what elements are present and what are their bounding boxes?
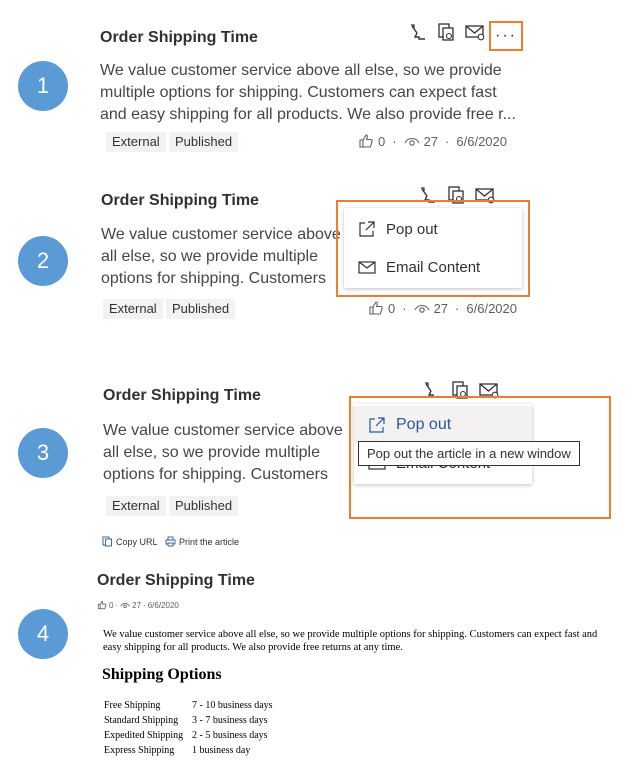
article-date: 6/6/2020 [147, 600, 179, 610]
article-meta: 0 · 27 · 6/6/2020 [358, 133, 507, 149]
view-count: 27 [433, 300, 449, 316]
shipping-method: Expedited Shipping [104, 730, 184, 741]
views-icon [120, 603, 130, 609]
print-label: Print the article [179, 536, 240, 547]
shipping-method: Free Shipping [104, 700, 161, 711]
article-title[interactable]: Order Shipping Time [100, 29, 258, 47]
like-count: 0 [378, 133, 386, 149]
copy-url-icon [102, 536, 112, 547]
shipping-method: Standard Shipping [104, 715, 179, 726]
tag-published: Published [166, 299, 236, 319]
popout-meta: 0 · 27 · 6/6/2020 [97, 600, 179, 610]
print-icon [165, 536, 176, 547]
like-count: 0 [388, 300, 396, 316]
more-options-highlight [489, 21, 523, 51]
like-count: 0 [109, 600, 114, 610]
separator: · [445, 133, 450, 149]
separator: · [392, 133, 397, 149]
article-snippet: We value customer service above all else… [101, 226, 341, 287]
table-row: Standard Shipping 3 - 7 business days [104, 713, 277, 728]
print-article-link[interactable]: Print the article [165, 536, 239, 547]
article-date: 6/6/2020 [466, 300, 517, 316]
tag-external: External [106, 496, 166, 516]
article-toolbar [408, 22, 486, 42]
thumbs-up-icon[interactable] [97, 600, 107, 610]
separator: · [455, 300, 460, 316]
thumbs-up-icon[interactable] [368, 300, 384, 316]
step-3-badge: 3 [18, 428, 68, 478]
menu-highlight [349, 396, 611, 519]
shipping-time: 1 business day [192, 745, 251, 756]
shipping-method: Express Shipping [104, 745, 175, 756]
article-snippet: We value customer service above all else… [103, 422, 343, 483]
article-meta: 0 · 27 · 6/6/2020 [368, 300, 517, 316]
article-title[interactable]: Order Shipping Time [103, 387, 261, 405]
separator: · [115, 600, 119, 610]
thumbs-up-icon[interactable] [358, 133, 374, 149]
tag-external: External [106, 132, 166, 152]
tag-external: External [103, 299, 163, 319]
shipping-time: 2 - 5 business days [192, 730, 268, 741]
article-date: 6/6/2020 [456, 133, 507, 149]
views-icon [404, 137, 420, 146]
step-1-badge: 1 [18, 61, 68, 111]
popout-body: We value customer service above all else… [103, 629, 598, 653]
step-2-badge: 2 [18, 236, 68, 286]
menu-highlight [336, 200, 530, 297]
view-count: 27 [423, 133, 439, 149]
view-count: 27 [132, 600, 142, 610]
tag-published: Published [169, 132, 239, 152]
shipping-options-table: Free Shipping 7 - 10 business days Standa… [104, 698, 277, 758]
copy-article-icon[interactable] [436, 22, 456, 42]
article-snippet: We value customer service above all else… [100, 62, 516, 123]
separator: · [402, 300, 407, 316]
popout-title: Order Shipping Time [97, 572, 255, 589]
table-row: Free Shipping 7 - 10 business days [104, 698, 277, 713]
email-icon[interactable] [464, 22, 486, 42]
copy-url-label: Copy URL [116, 536, 158, 547]
link-icon[interactable] [408, 22, 428, 42]
table-row: Express Shipping 1 business day [104, 743, 277, 758]
tag-published: Published [169, 496, 239, 516]
article-title[interactable]: Order Shipping Time [101, 192, 259, 210]
views-icon [414, 304, 430, 313]
shipping-options-heading: Shipping Options [102, 666, 222, 683]
step-4-badge: 4 [18, 609, 68, 659]
shipping-time: 3 - 7 business days [192, 715, 268, 726]
separator: · [143, 600, 146, 610]
shipping-time: 7 - 10 business days [192, 700, 273, 711]
table-row: Expedited Shipping 2 - 5 business days [104, 728, 277, 743]
copy-url-link[interactable]: Copy URL [102, 536, 158, 547]
